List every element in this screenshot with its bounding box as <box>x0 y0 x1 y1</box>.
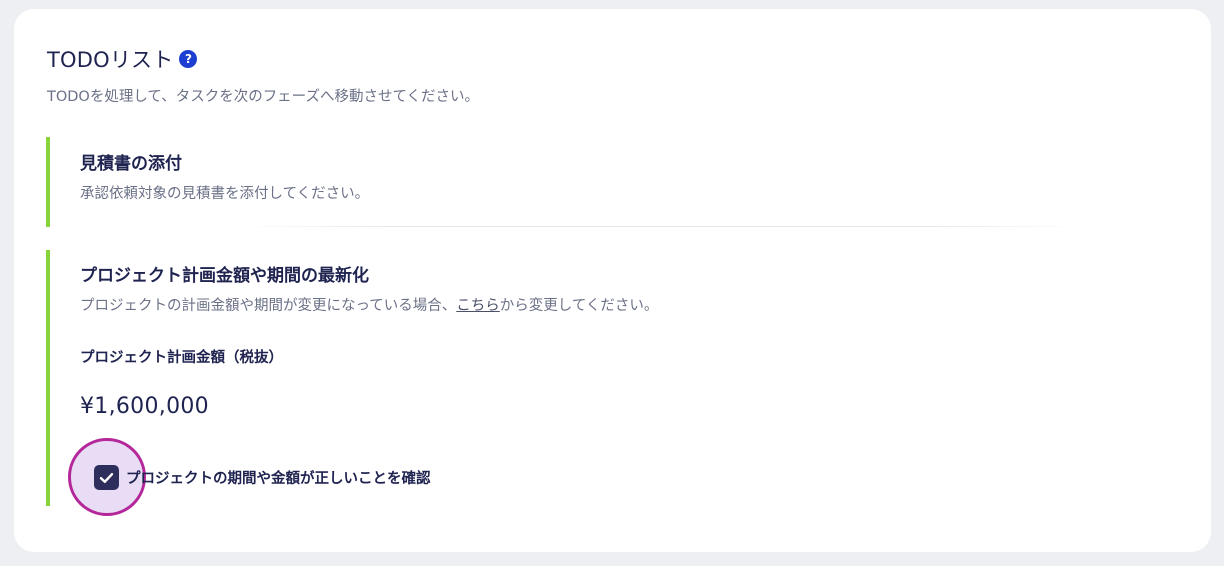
confirm-checkbox-label[interactable]: プロジェクトの期間や金額が正しいことを確認 <box>126 467 431 488</box>
task-divider <box>240 226 1080 227</box>
todo-subtitle: TODOを処理して、タスクを次のフェーズへ移動させてください。 <box>47 89 480 105</box>
task-title: プロジェクト計画金額や期間の最新化 <box>80 266 369 286</box>
task-description: プロジェクトの計画金額や期間が変更になっている場合、こちらから変更してください。 <box>80 294 658 315</box>
change-link[interactable]: こちら <box>456 298 500 314</box>
task-attach-quote: 見積書の添付 承認依頼対象の見積書を添付してください。 <box>46 137 1100 227</box>
todo-header: TODOリスト ? <box>47 45 198 73</box>
plan-amount-value: ¥1,600,000 <box>80 394 209 419</box>
confirm-checkbox[interactable] <box>94 465 119 490</box>
plan-amount-label: プロジェクト計画金額（税抜） <box>80 350 283 366</box>
help-icon[interactable]: ? <box>179 50 198 68</box>
todo-card: TODOリスト ? TODOを処理して、タスクを次のフェーズへ移動させてください… <box>14 9 1211 552</box>
task-description-prefix: プロジェクトの計画金額や期間が変更になっている場合、 <box>80 298 457 314</box>
checkmark-icon <box>99 472 114 483</box>
task-description-suffix: から変更してください。 <box>499 298 659 314</box>
task-update-plan: プロジェクト計画金額や期間の最新化 プロジェクトの計画金額や期間が変更になってい… <box>46 250 1100 516</box>
todo-title: TODOリスト <box>47 48 174 72</box>
task-title: 見積書の添付 <box>80 154 182 174</box>
task-description: 承認依頼対象の見積書を添付してください。 <box>80 186 370 202</box>
